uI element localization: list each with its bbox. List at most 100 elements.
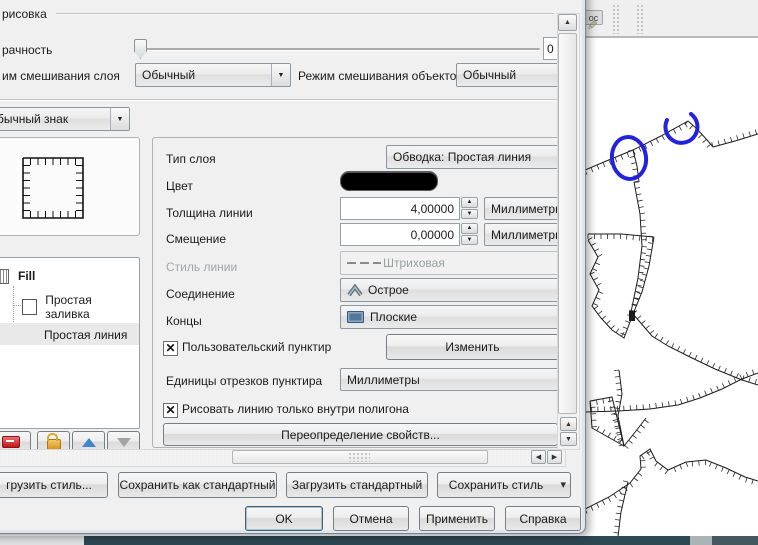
map-canvas[interactable]: [585, 40, 758, 545]
background-strip: [0, 536, 84, 545]
section-divider: [0, 99, 558, 101]
check-mark: ✕: [165, 403, 176, 417]
group-divider: [56, 13, 554, 15]
map-marker-blob: [629, 311, 635, 321]
symbol-type-combo[interactable]: бычный знак ▼: [0, 107, 130, 131]
dash-pattern-icon: [347, 262, 381, 264]
remove-icon: [1, 436, 20, 448]
spin-down-icon[interactable]: ▼: [461, 234, 478, 245]
tree-item-label: Простая линия: [44, 328, 128, 342]
cancel-button[interactable]: Отмена: [333, 506, 409, 531]
map-line: [630, 181, 643, 313]
pen-width-label: Толщина линии: [166, 206, 253, 220]
combo-value: Штриховая: [383, 256, 445, 270]
layer-blend-combo[interactable]: Обычный ▼: [135, 63, 291, 87]
combo-value: бычный знак: [0, 112, 69, 126]
map-line: [632, 313, 758, 386]
up-triangle-icon: [81, 437, 96, 447]
inner-scroll-up-button[interactable]: ▲: [560, 417, 577, 431]
combo-value: Обводка: Простая линия: [393, 150, 532, 164]
offset-unit-combo[interactable]: Миллиметры: [484, 223, 559, 246]
color-button[interactable]: [340, 171, 438, 191]
pen-width-stepper[interactable]: ▲ ▼: [461, 197, 478, 220]
ok-button[interactable]: OK: [245, 506, 323, 531]
symbol-preview: [22, 157, 84, 219]
check-mark: ✕: [165, 341, 176, 355]
data-defined-button[interactable]: Переопределение свойств...: [163, 423, 558, 446]
spin-up-icon[interactable]: ▲: [461, 223, 478, 234]
button-label: Сохранить стиль: [448, 478, 544, 492]
load-default-button[interactable]: Загрузить стандартный: [286, 472, 428, 498]
preview-symbol-outline: [22, 157, 84, 219]
cap-style-label: Концы: [166, 314, 202, 328]
inside-polygon-checkbox[interactable]: ✕: [163, 403, 178, 418]
spin-down-icon[interactable]: ▼: [461, 208, 478, 219]
small-dropdown-icon[interactable]: ▾: [560, 478, 566, 491]
offset-field[interactable]: 0,00000: [340, 223, 460, 246]
map-line: [587, 237, 633, 337]
chevron-down-icon: ▼: [110, 108, 129, 130]
change-dash-button[interactable]: Изменить: [386, 334, 559, 360]
join-style-combo[interactable]: Острое: [340, 278, 559, 302]
inside-polygon-label: Рисовать линию только внутри полигона: [182, 402, 409, 416]
save-style-button[interactable]: Сохранить стиль ▾: [437, 472, 571, 498]
chevron-down-icon: ▼: [271, 64, 290, 86]
vertical-scrollbar-thumb[interactable]: [558, 33, 577, 414]
combo-value: Острое: [368, 283, 409, 297]
tree-row-fill[interactable]: Fill: [0, 266, 134, 286]
map-line: [711, 129, 758, 148]
map-line: [587, 239, 634, 339]
combo-value: Миллиметры: [491, 201, 559, 216]
cap-style-combo[interactable]: Плоские: [340, 305, 559, 329]
transparency-slider-track[interactable]: [140, 48, 540, 51]
pen-width-unit-combo[interactable]: Миллиметры: [484, 197, 559, 220]
apply-button[interactable]: Применить: [419, 506, 495, 531]
map-line: [632, 122, 688, 155]
feature-blend-combo[interactable]: Обычный: [456, 63, 559, 87]
combo-value: Обычный: [463, 68, 517, 82]
map-line: [585, 448, 758, 510]
combo-value: Миллиметры: [347, 372, 420, 387]
scroll-right-button[interactable]: ▶: [547, 450, 562, 464]
map-toolbar: [585, 0, 758, 38]
tree-row-simple-fill[interactable]: Простая заливка: [22, 293, 134, 321]
load-style-button[interactable]: грузить стиль...: [0, 472, 108, 498]
tree-item-label: Fill: [18, 269, 36, 283]
map-line: [617, 369, 647, 448]
rendering-group-label: рисовка: [2, 7, 47, 21]
pen-width-field[interactable]: 4,00000: [340, 197, 460, 220]
feature-blend-label: Режим смешивания объектов: [298, 69, 463, 83]
spin-up-icon[interactable]: ▲: [461, 197, 478, 208]
tree-row-simple-line[interactable]: Простая линия: [22, 325, 134, 345]
save-as-default-button[interactable]: Сохранить как стандартный: [118, 472, 277, 498]
dash-unit-combo[interactable]: Миллиметры: [340, 368, 559, 391]
layer-type-combo[interactable]: Обводка: Простая линия: [386, 145, 559, 169]
layer-type-label: Тип слоя: [166, 152, 216, 166]
inner-scroll-down-button[interactable]: ▼: [560, 432, 577, 446]
offset-stepper[interactable]: ▲ ▼: [461, 223, 478, 246]
transparency-label: рачность: [2, 43, 53, 57]
scroll-up-button[interactable]: ▲: [558, 14, 577, 31]
tree-branch-line: [13, 305, 21, 306]
fill-symbol-icon: [0, 268, 9, 284]
combo-value: Миллиметры: [491, 227, 559, 242]
map-line: [687, 120, 714, 148]
preview-symbol-ticks: [22, 157, 84, 219]
background-strip: [712, 536, 758, 545]
offset-label: Смещение: [166, 232, 227, 246]
map-line: [712, 133, 758, 148]
join-style-label: Соединение: [166, 287, 235, 301]
transparency-value-field[interactable]: 0: [543, 37, 558, 60]
background-strip: [84, 536, 690, 545]
custom-dash-checkbox[interactable]: ✕: [163, 341, 178, 356]
scrollbar-grip: [348, 452, 370, 462]
simple-line-icon: [22, 328, 36, 342]
help-button[interactable]: Справка: [505, 506, 581, 531]
scroll-left-button[interactable]: ◀: [531, 450, 546, 464]
tree-item-label: Простая заливка: [45, 293, 92, 321]
map-line: [632, 236, 655, 315]
combo-value: Плоские: [370, 310, 418, 324]
miter-join-icon: [347, 283, 363, 297]
map-line: [585, 149, 636, 175]
pen-style-label: Стиль линии: [166, 260, 238, 274]
